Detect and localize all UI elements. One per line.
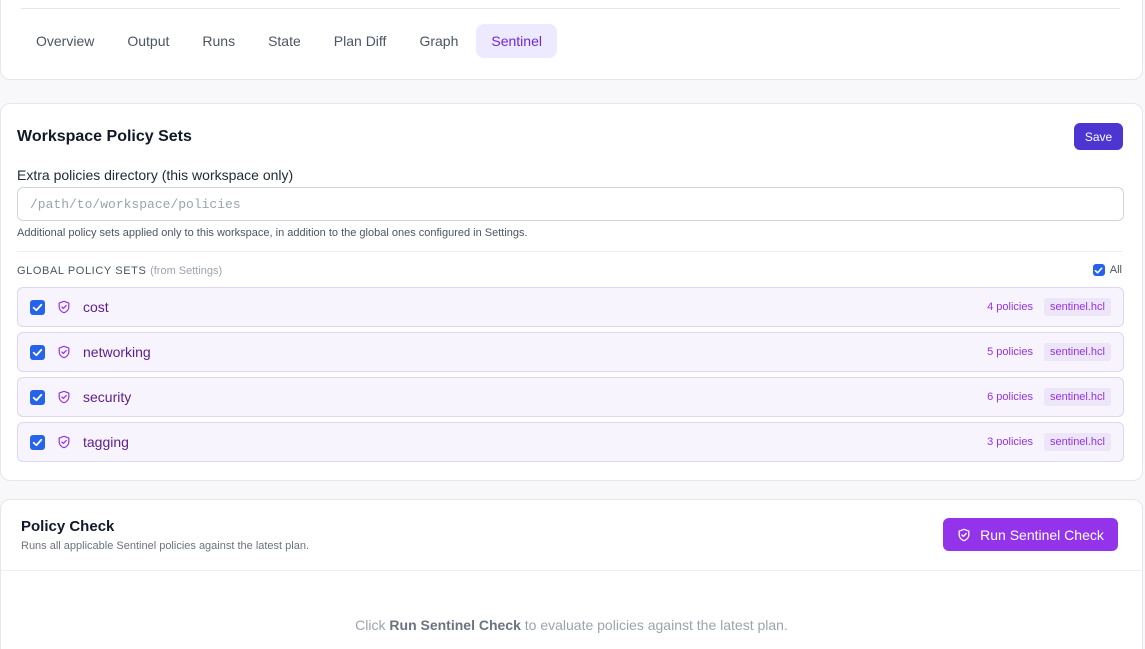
policy-count: 4 policies	[987, 301, 1033, 313]
empty-prefix: Click	[355, 617, 390, 633]
empty-state-message: Click Run Sentinel Check to evaluate pol…	[1, 617, 1142, 633]
global-heading-text: GLOBAL POLICY SETS	[17, 265, 147, 277]
run-button-label: Run Sentinel Check	[980, 526, 1104, 543]
global-policy-sets-heading: GLOBAL POLICY SETS (from Settings)	[17, 265, 222, 277]
tab-runs[interactable]: Runs	[187, 24, 250, 58]
policy-file-badge: sentinel.hcl	[1043, 343, 1111, 361]
policy-set-checkbox[interactable]	[30, 344, 45, 360]
policy-count: 6 policies	[987, 391, 1033, 403]
policies-directory-label: Extra policies directory (this workspace…	[17, 167, 294, 183]
tab-plan-diff[interactable]: Plan Diff	[319, 24, 402, 58]
tab-graph[interactable]: Graph	[404, 24, 473, 58]
policy-set-checkbox[interactable]	[30, 389, 45, 405]
shield-check-icon	[57, 300, 71, 314]
shield-check-icon	[57, 345, 71, 359]
tab-bar: Overview Output Runs State Plan Diff Gra…	[21, 24, 560, 58]
select-all-checkbox[interactable]: All	[1092, 264, 1122, 276]
section-title: Workspace Policy Sets	[17, 128, 192, 145]
select-all-label: All	[1109, 264, 1122, 276]
tabs-card: Overview Output Runs State Plan Diff Gra…	[0, 0, 1143, 80]
workspace-policy-sets-card: Workspace Policy Sets Save Extra policie…	[0, 103, 1143, 481]
save-button[interactable]: Save	[1074, 123, 1123, 150]
policy-file-badge: sentinel.hcl	[1043, 388, 1111, 406]
policy-count: 3 policies	[987, 436, 1033, 448]
empty-suffix: to evaluate policies against the latest …	[520, 617, 788, 633]
policy-set-name: networking	[83, 344, 151, 360]
run-sentinel-check-button[interactable]: Run Sentinel Check	[943, 518, 1118, 551]
policy-set-checkbox[interactable]	[30, 434, 45, 450]
divider	[21, 8, 1120, 9]
empty-emphasis: Run Sentinel Check	[389, 617, 521, 633]
policies-directory-help: Additional policy sets applied only to t…	[17, 227, 528, 239]
tab-sentinel[interactable]: Sentinel	[476, 24, 557, 58]
shield-check-icon	[957, 528, 971, 542]
check-icon	[1092, 264, 1105, 276]
policy-check-title: Policy Check	[21, 518, 115, 535]
divider	[17, 251, 1122, 252]
policy-count: 5 policies	[987, 346, 1033, 358]
policy-file-badge: sentinel.hcl	[1043, 298, 1111, 316]
policies-directory-input[interactable]	[17, 187, 1124, 221]
policy-set-row-security[interactable]: security 6 policies sentinel.hcl	[17, 377, 1124, 417]
policy-file-badge: sentinel.hcl	[1043, 433, 1111, 451]
shield-check-icon	[57, 435, 71, 449]
policy-set-list: cost 4 policies sentinel.hcl networking …	[17, 287, 1124, 467]
policy-set-row-cost[interactable]: cost 4 policies sentinel.hcl	[17, 287, 1124, 327]
policy-set-name: cost	[83, 299, 109, 315]
divider	[1, 570, 1142, 571]
tab-state[interactable]: State	[253, 24, 316, 58]
policy-set-row-networking[interactable]: networking 5 policies sentinel.hcl	[17, 332, 1124, 372]
global-heading-source: (from Settings)	[150, 265, 223, 277]
policy-check-card: Policy Check Runs all applicable Sentine…	[0, 499, 1143, 649]
policy-check-subtitle: Runs all applicable Sentinel policies ag…	[21, 540, 310, 552]
tab-overview[interactable]: Overview	[21, 24, 109, 58]
tab-output[interactable]: Output	[112, 24, 184, 58]
policy-set-checkbox[interactable]	[30, 299, 45, 315]
policy-set-name: security	[83, 389, 132, 405]
policy-set-row-tagging[interactable]: tagging 3 policies sentinel.hcl	[17, 422, 1124, 462]
shield-check-icon	[57, 390, 71, 404]
policy-set-name: tagging	[83, 434, 129, 450]
